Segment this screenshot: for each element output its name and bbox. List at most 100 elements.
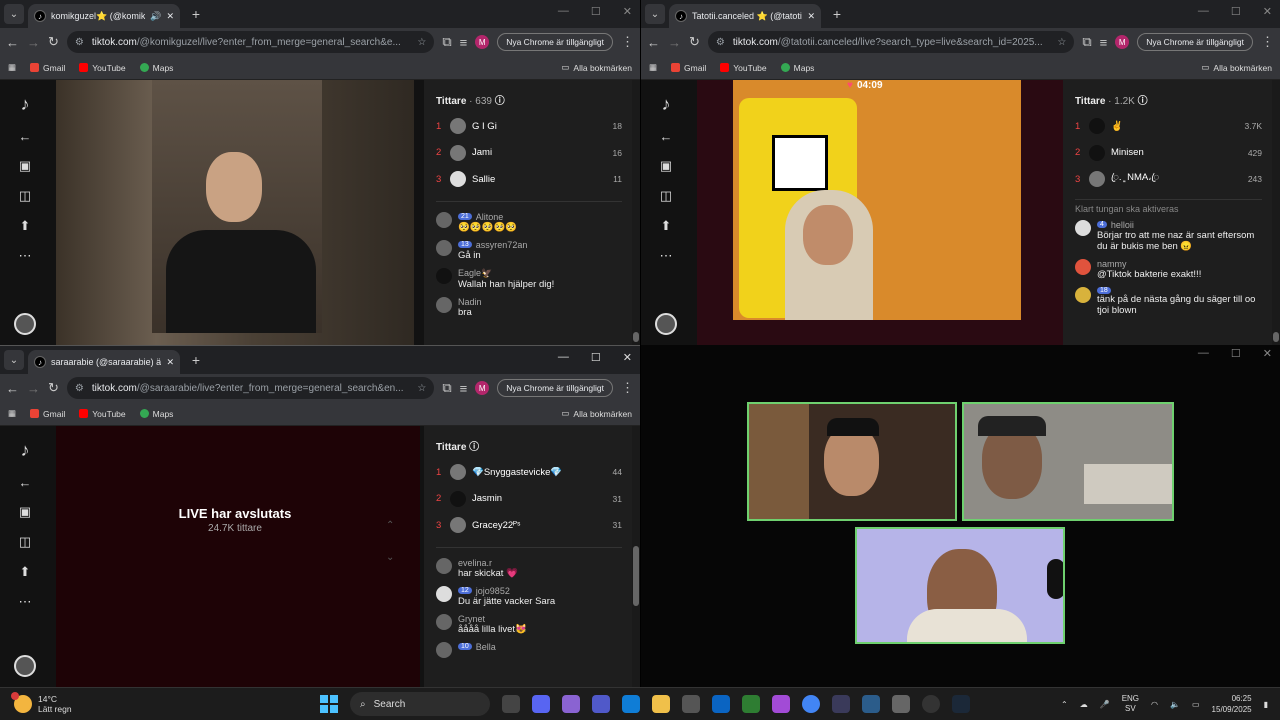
photos-icon[interactable] [862, 695, 880, 713]
cloud-icon[interactable]: ☁ [1080, 700, 1088, 709]
back-icon[interactable]: ← [6, 35, 19, 50]
update-chrome-button[interactable]: Nya Chrome är tillgängligt [1137, 33, 1253, 51]
menu-icon[interactable]: ⋮ [1261, 34, 1274, 50]
bookmark-maps[interactable]: Maps [139, 63, 173, 73]
bookmark-gmail[interactable]: Gmail [671, 63, 706, 73]
mic-icon[interactable]: 🎤 [1100, 700, 1110, 709]
bookmark-star-icon[interactable]: ☆ [417, 37, 426, 48]
tab-search-button[interactable]: ⌄ [4, 350, 24, 370]
update-chrome-button[interactable]: Nya Chrome är tillgängligt [497, 379, 613, 397]
site-info-icon[interactable]: ⚙ [716, 37, 725, 48]
menu-icon[interactable]: ⋮ [621, 34, 634, 50]
all-bookmarks[interactable]: ▭ Alla bokmärken [561, 408, 632, 419]
avatar[interactable] [436, 557, 452, 574]
info-icon[interactable]: ⓘ [1138, 96, 1148, 107]
ranking-row[interactable]: 2 Minisen 429 [1075, 140, 1262, 167]
avatar[interactable] [436, 585, 452, 602]
language-indicator[interactable]: ENG SV [1122, 694, 1139, 714]
app-icon[interactable] [772, 695, 790, 713]
ranking-row[interactable]: 1G I Gi 18 [436, 113, 622, 140]
forward-icon[interactable]: → [668, 35, 681, 50]
maximize-icon[interactable]: ☐ [1231, 347, 1241, 360]
battery-icon[interactable]: ▭ [1192, 700, 1200, 709]
speaker-icon[interactable]: 🔊 [150, 11, 161, 22]
avatar[interactable] [436, 239, 452, 256]
media-control-icon[interactable]: ≡ [460, 35, 468, 50]
chevron-up-icon[interactable]: ⌃ [1061, 700, 1068, 709]
maximize-icon[interactable]: ☐ [591, 351, 601, 364]
all-bookmarks[interactable]: ▭ Alla bokmärken [1201, 62, 1272, 73]
participant-tile-3[interactable] [855, 527, 1065, 644]
scrollbar[interactable] [632, 426, 640, 687]
avatar[interactable] [436, 613, 452, 630]
close-icon[interactable]: ✕ [1263, 347, 1272, 360]
bookmark-youtube[interactable]: YouTube [720, 63, 767, 73]
minimize-icon[interactable]: — [1198, 347, 1209, 360]
profile-avatar[interactable]: M [475, 381, 490, 395]
tab-search-button[interactable]: ⌄ [645, 4, 665, 24]
settings-icon[interactable] [892, 695, 910, 713]
tab-tatotii[interactable]: ♪ Tatotii.canceled ⭐ (@tatotii.ca ✕ [669, 4, 821, 28]
security-icon[interactable] [742, 695, 760, 713]
chevron-up-icon[interactable]: ⌃ [386, 520, 394, 531]
chevron-down-icon[interactable]: ⌄ [386, 552, 394, 563]
ranking-row[interactable]: 3 Gracey22ᴾˢ 31 [436, 512, 622, 539]
avatar[interactable] [1075, 258, 1091, 275]
extensions-icon[interactable]: ⧉ [1082, 34, 1091, 50]
forward-icon[interactable]: → [27, 35, 40, 50]
ranking-row[interactable]: 1 💎Snyggastevicke💎 44 [436, 459, 622, 486]
apps-icon[interactable]: ▦ [649, 62, 657, 73]
bookmark-maps[interactable]: Maps [780, 63, 814, 73]
avatar[interactable] [1075, 219, 1091, 236]
avatar[interactable] [436, 641, 452, 658]
live-tv-icon[interactable]: ▣ [660, 158, 672, 174]
bookmark-maps[interactable]: Maps [139, 409, 173, 419]
close-icon[interactable]: ✕ [623, 351, 632, 364]
scrollbar[interactable] [1272, 80, 1280, 345]
minimize-icon[interactable]: — [558, 351, 569, 364]
info-icon[interactable]: ⓘ [495, 96, 505, 107]
tiktok-logo-icon[interactable]: ♪ [662, 94, 671, 115]
close-tab-icon[interactable]: ✕ [807, 11, 815, 22]
outlook-icon[interactable] [712, 695, 730, 713]
back-arrow-icon[interactable]: ← [660, 129, 673, 144]
ranking-row[interactable]: 2 Jasmin 31 [436, 486, 622, 513]
bookmark-star-icon[interactable]: ☆ [417, 383, 426, 394]
maximize-icon[interactable]: ☐ [1231, 5, 1241, 18]
more-icon[interactable]: ⋯ [19, 248, 32, 264]
back-icon[interactable]: ← [647, 35, 660, 50]
edge-icon[interactable] [622, 695, 640, 713]
avatar[interactable] [1075, 286, 1091, 303]
ranking-row[interactable]: 1 ✌ 3.7K [1075, 113, 1262, 140]
site-info-icon[interactable]: ⚙ [75, 37, 84, 48]
vs-icon[interactable] [832, 695, 850, 713]
user-avatar[interactable] [655, 313, 677, 335]
minimize-icon[interactable]: — [558, 5, 569, 18]
reload-icon[interactable]: ↻ [689, 34, 700, 50]
avatar[interactable] [436, 296, 452, 313]
apps-icon[interactable]: ▦ [8, 408, 16, 419]
taskbar-search[interactable]: ⌕ Search [350, 692, 490, 716]
camera-icon[interactable]: ◫ [19, 534, 31, 550]
live-tv-icon[interactable]: ▣ [19, 158, 31, 174]
minimize-icon[interactable]: — [1198, 5, 1209, 18]
participant-tile-2[interactable] [962, 402, 1174, 521]
address-bar[interactable]: ⚙ tiktok.com/@komikguzel/live?enter_from… [66, 31, 435, 53]
scrollbar[interactable] [632, 80, 640, 345]
reload-icon[interactable]: ↻ [48, 34, 59, 50]
bookmark-gmail[interactable]: Gmail [30, 63, 65, 73]
close-icon[interactable]: ✕ [1263, 5, 1272, 18]
weather-widget[interactable]: 14°C Lätt regn [0, 692, 300, 714]
user-avatar[interactable] [14, 655, 36, 677]
camera-icon[interactable]: ◫ [660, 188, 672, 204]
copilot-icon[interactable] [562, 695, 580, 713]
maximize-icon[interactable]: ☐ [591, 5, 601, 18]
camera-icon[interactable]: ◫ [19, 188, 31, 204]
upload-icon[interactable]: ⬆ [661, 218, 672, 234]
profile-avatar[interactable]: M [1115, 35, 1130, 49]
file-explorer-icon[interactable] [652, 695, 670, 713]
reload-icon[interactable]: ↻ [48, 380, 59, 396]
bookmark-gmail[interactable]: Gmail [30, 409, 65, 419]
ranking-row[interactable]: 2 Jami 16 [436, 140, 622, 167]
clock[interactable]: 06:25 15/09/2025 [1212, 693, 1252, 715]
